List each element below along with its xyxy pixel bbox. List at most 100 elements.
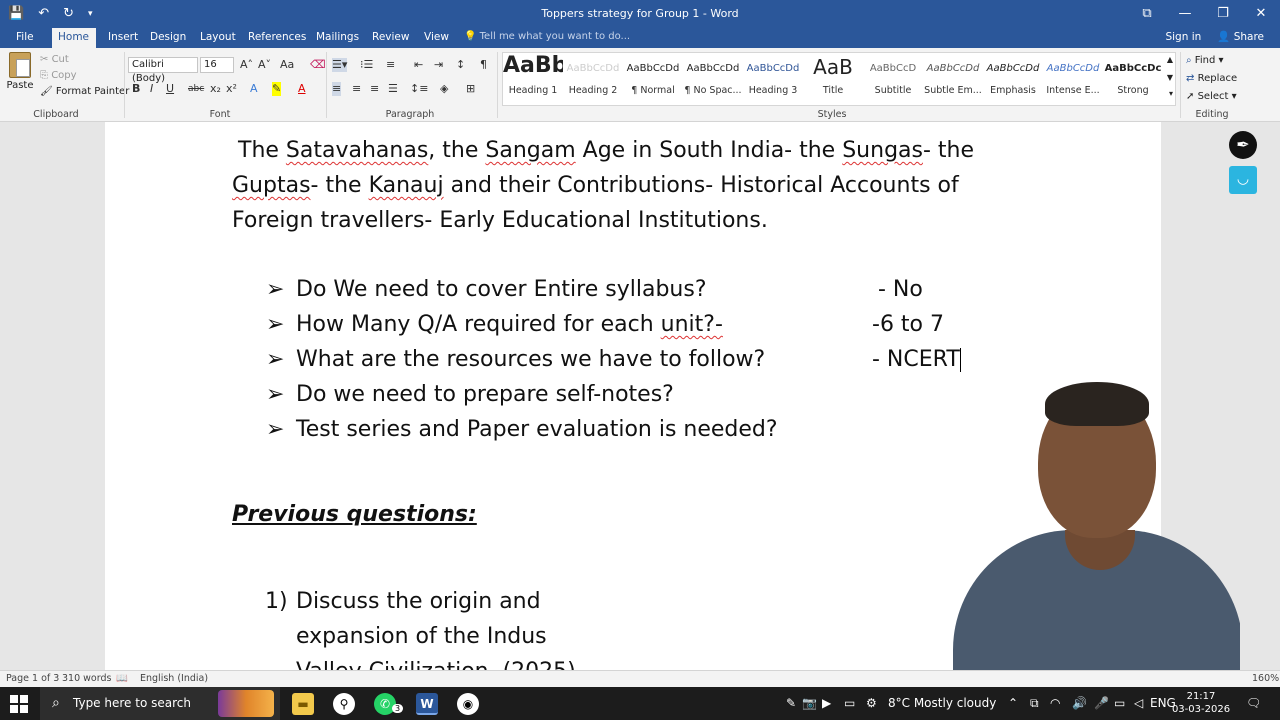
language-indicator[interactable]: English (India) bbox=[140, 673, 208, 684]
page-count[interactable]: Page 1 of 3 bbox=[6, 673, 59, 684]
subscript-icon[interactable]: x₂ bbox=[210, 82, 221, 96]
proofing-icon[interactable]: 📖 bbox=[116, 673, 128, 684]
font-name-dropdown[interactable]: Calibri (Body) bbox=[128, 57, 198, 84]
tab-insert[interactable]: Insert bbox=[102, 28, 144, 48]
notifications-icon[interactable]: 🗨 bbox=[1246, 687, 1261, 720]
styles-more-icon[interactable]: ▾ bbox=[1169, 89, 1173, 98]
minimize-button[interactable]: — bbox=[1166, 0, 1204, 28]
zoom-level[interactable]: 160% bbox=[1252, 673, 1279, 684]
style-intense-emphasis[interactable]: AaBbCcDd Intense E... bbox=[1043, 53, 1103, 105]
volume-icon[interactable]: ◁ bbox=[1134, 687, 1143, 720]
align-right-icon[interactable]: ≡ bbox=[370, 82, 379, 96]
style-subtitle[interactable]: AaBbCcD Subtitle bbox=[863, 53, 923, 105]
bold-icon[interactable]: B bbox=[132, 82, 140, 96]
taskbar-clock[interactable]: 21:17 03-03-2026 bbox=[1168, 690, 1234, 716]
bullets-icon[interactable]: ☰▾ bbox=[332, 58, 348, 72]
style-title[interactable]: AaB Title bbox=[803, 53, 863, 105]
question-line: Discuss the origin and bbox=[296, 589, 541, 614]
weather-text[interactable]: 8°C Mostly cloudy bbox=[888, 687, 996, 720]
settings-tray-icon[interactable]: ⚙ bbox=[866, 687, 877, 720]
tab-design[interactable]: Design bbox=[144, 28, 192, 48]
replace-button[interactable]: ⇄ Replace bbox=[1186, 70, 1237, 88]
show-marks-icon[interactable]: ¶ bbox=[480, 58, 487, 72]
superscript-icon[interactable]: x² bbox=[226, 82, 237, 96]
sign-in-link[interactable]: Sign in bbox=[1165, 28, 1201, 46]
font-color-icon[interactable]: A bbox=[298, 82, 306, 96]
bullet-item: ➢ How Many Q/A required for each unit?- bbox=[266, 312, 723, 337]
paste-button[interactable]: Paste bbox=[6, 52, 34, 91]
window-tray-icon[interactable]: ▭ bbox=[844, 687, 855, 720]
justify-icon[interactable]: ☰ bbox=[388, 82, 398, 96]
mic-icon[interactable]: 🎤 bbox=[1094, 687, 1109, 720]
find-button[interactable]: ⌕ Find ▾ bbox=[1186, 52, 1237, 70]
tab-mailings[interactable]: Mailings bbox=[310, 28, 365, 48]
italic-icon[interactable]: I bbox=[150, 82, 153, 96]
ribbon-display-icon[interactable]: ⧉ bbox=[1128, 0, 1166, 28]
font-size-dropdown[interactable]: 16 bbox=[200, 57, 234, 73]
line-spacing-icon[interactable]: ↕≡ bbox=[410, 82, 428, 96]
sort-icon[interactable]: ↕ bbox=[456, 58, 465, 72]
align-left-icon[interactable]: ≡ bbox=[332, 82, 342, 96]
cut-button[interactable]: ✂ Cut bbox=[40, 52, 129, 68]
underline-icon[interactable]: U bbox=[166, 82, 174, 96]
video-tray-icon[interactable]: ▶ bbox=[822, 687, 831, 720]
tab-view[interactable]: View bbox=[418, 28, 455, 48]
style-strong[interactable]: AaBbCcDc Strong bbox=[1103, 53, 1163, 105]
wifi-icon[interactable]: ◠ bbox=[1050, 687, 1060, 720]
grow-font-icon[interactable]: A˄ bbox=[240, 58, 253, 72]
styles-scroll-down-icon[interactable]: ▼ bbox=[1167, 73, 1173, 82]
tab-file[interactable]: File bbox=[10, 28, 40, 48]
style-heading-3[interactable]: AaBbCcDd Heading 3 bbox=[743, 53, 803, 105]
style-heading-1[interactable]: AaBbCcDd Heading 1 bbox=[503, 53, 563, 105]
share-button[interactable]: 👤 Share bbox=[1217, 28, 1264, 46]
style-subtle-emphasis[interactable]: AaBbCcDd Subtle Em... bbox=[923, 53, 983, 105]
tab-layout[interactable]: Layout bbox=[194, 28, 242, 48]
copy-button[interactable]: ⎘ Copy bbox=[40, 68, 129, 84]
tell-me-box[interactable]: 💡 Tell me what you want to do... bbox=[464, 28, 630, 46]
tab-references[interactable]: References bbox=[242, 28, 312, 48]
smile-tool-icon[interactable]: ◡ bbox=[1229, 166, 1257, 194]
decrease-indent-icon[interactable]: ⇤ bbox=[414, 58, 423, 72]
style-heading-2[interactable]: AaBbCcDd Heading 2 bbox=[563, 53, 623, 105]
style-name: Intense E... bbox=[1046, 85, 1100, 96]
tab-review[interactable]: Review bbox=[366, 28, 415, 48]
pen-tool-icon[interactable]: ✒ bbox=[1229, 131, 1257, 159]
windows-start-icon[interactable] bbox=[10, 695, 28, 713]
camera-tray-icon[interactable]: 📷 bbox=[802, 687, 817, 720]
tab-home[interactable]: Home bbox=[52, 28, 96, 48]
network-tray-icon[interactable]: ⧉ bbox=[1030, 687, 1039, 720]
multilevel-list-icon[interactable]: ≡ bbox=[386, 58, 395, 72]
restore-button[interactable]: ❐ bbox=[1204, 0, 1242, 28]
select-button[interactable]: ➚ Select ▾ bbox=[1186, 88, 1237, 106]
format-painter-button[interactable]: 🖌 Format Painter bbox=[40, 84, 129, 100]
shading-icon[interactable]: ◈ bbox=[440, 82, 448, 96]
increase-indent-icon[interactable]: ⇥ bbox=[434, 58, 443, 72]
style-sample: AaBbCcD bbox=[869, 63, 917, 74]
chrome-icon[interactable]: ◉ bbox=[457, 693, 479, 715]
location-pin-app-icon[interactable]: ⚲ bbox=[333, 693, 355, 715]
word-count[interactable]: 310 words bbox=[62, 673, 111, 684]
close-button[interactable]: ✕ bbox=[1242, 0, 1280, 28]
taskbar-search[interactable]: ⌕ Type here to search bbox=[40, 687, 280, 720]
pen-tray-icon[interactable]: ✎ bbox=[786, 687, 796, 720]
style-emphasis[interactable]: AaBbCcDd Emphasis bbox=[983, 53, 1043, 105]
borders-icon[interactable]: ⊞ bbox=[466, 82, 475, 96]
battery-icon[interactable]: ▭ bbox=[1114, 687, 1125, 720]
clear-formatting-icon[interactable]: ⌫ bbox=[310, 58, 326, 72]
word-taskbar-icon[interactable]: W bbox=[416, 693, 438, 715]
highlight-icon[interactable]: ✎ bbox=[272, 82, 282, 96]
style-no-spacing[interactable]: AaBbCcDd ¶ No Spac... bbox=[683, 53, 743, 105]
chevron-up-icon[interactable]: ⌃ bbox=[1008, 687, 1018, 720]
strikethrough-icon[interactable]: abc bbox=[188, 82, 204, 96]
file-explorer-icon[interactable]: ▬ bbox=[292, 693, 314, 715]
shrink-font-icon[interactable]: A˅ bbox=[258, 58, 271, 72]
editing-group-label: Editing bbox=[1195, 109, 1229, 120]
styles-scroll-up-icon[interactable]: ▲ bbox=[1167, 55, 1173, 64]
align-center-icon[interactable]: ≡ bbox=[352, 82, 361, 96]
find-label: Find bbox=[1194, 55, 1216, 66]
text-effects-icon[interactable]: A bbox=[250, 82, 258, 96]
style-normal[interactable]: AaBbCcDd ¶ Normal bbox=[623, 53, 683, 105]
numbering-icon[interactable]: ⁝☰ bbox=[360, 58, 373, 72]
change-case-icon[interactable]: Aa bbox=[280, 58, 294, 72]
speaker-icon[interactable]: 🔊 bbox=[1072, 687, 1087, 720]
